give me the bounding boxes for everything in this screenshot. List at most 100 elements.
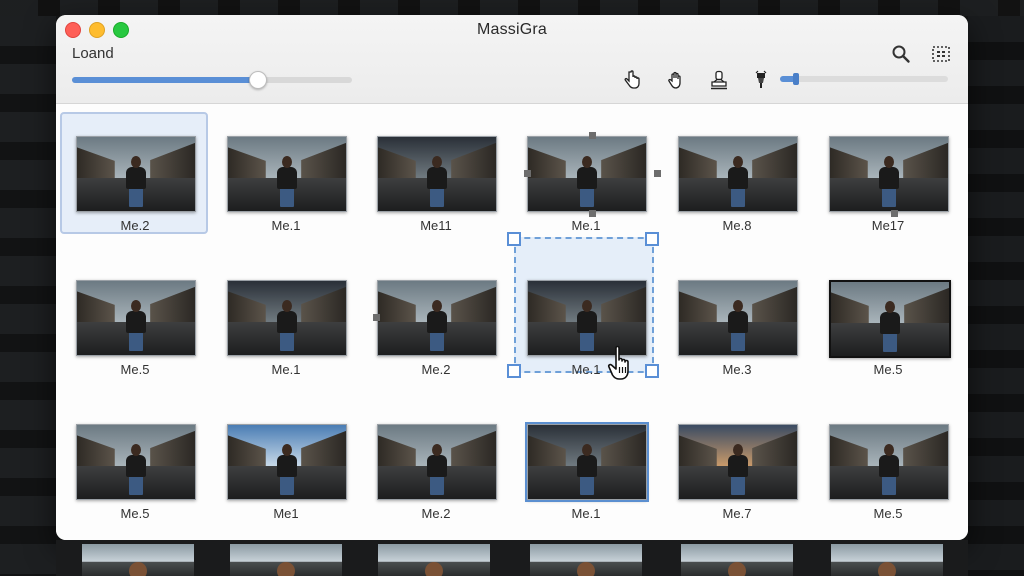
thumbnail-image-wrap xyxy=(519,266,653,356)
thumbnail-caption: Me.2 xyxy=(120,218,150,233)
thumbnail-caption: Me.5 xyxy=(120,362,150,377)
resize-handle[interactable] xyxy=(645,232,659,246)
desktop-left-strip xyxy=(0,16,56,576)
edge-handle[interactable] xyxy=(654,170,661,177)
thumbnail-cell[interactable]: Me.2 xyxy=(361,256,511,386)
next-row-preview xyxy=(56,540,968,576)
thumbnail-image[interactable] xyxy=(227,136,347,212)
edge-handle[interactable] xyxy=(524,170,531,177)
thumbnail-image-wrap xyxy=(369,122,503,212)
thumbnail-cell[interactable]: Me.8 xyxy=(662,112,812,242)
thumbnail-cell[interactable]: Me.2 xyxy=(361,400,511,530)
thumbnail-cell[interactable]: Me.5 xyxy=(60,400,210,530)
thumbnail-caption: Me.7 xyxy=(722,506,752,521)
thumbnail-caption: Me.5 xyxy=(120,506,150,521)
thumbnail-image[interactable] xyxy=(377,424,497,500)
thumbnail-caption: Me11 xyxy=(420,218,452,233)
zoom-slider[interactable] xyxy=(780,73,948,85)
app-window: MassiGra Loand Me.2 Me.1 Me11 Me.1 Me.8 M xyxy=(56,15,968,540)
load-slider[interactable] xyxy=(72,71,352,89)
thumbnail-image[interactable] xyxy=(678,424,798,500)
thumbnail-cell[interactable]: Me.5 xyxy=(813,256,963,386)
thumbnail-image[interactable] xyxy=(678,136,798,212)
edge-handle[interactable] xyxy=(589,210,596,217)
thumbnail-caption: Me.1 xyxy=(571,218,601,233)
thumbnail-caption: Me.2 xyxy=(421,362,451,377)
thumbnail-image[interactable] xyxy=(829,136,949,212)
grid-select-icon[interactable] xyxy=(930,43,952,65)
thumbnail-cell[interactable]: Me.2 xyxy=(60,112,210,242)
thumbnail-image-wrap xyxy=(670,410,804,500)
window-title: MassiGra xyxy=(476,21,548,38)
thumbnail-image[interactable] xyxy=(678,280,798,356)
thumbnail-image[interactable] xyxy=(76,280,196,356)
hand-pointer-icon[interactable] xyxy=(619,67,645,93)
thumbnail-caption: Me.5 xyxy=(873,362,903,377)
edge-handle[interactable] xyxy=(373,314,380,321)
thumbnail-caption: Me.1 xyxy=(271,218,301,233)
thumbnail-image[interactable] xyxy=(227,280,347,356)
thumbnail-image-wrap xyxy=(670,266,804,356)
preview-thumbnail xyxy=(831,544,943,576)
thumbnail-caption: Me.1 xyxy=(571,506,601,521)
thumbnail-image-wrap xyxy=(219,410,353,500)
thumbnail-image-wrap xyxy=(68,266,202,356)
thumbnail-image[interactable] xyxy=(227,424,347,500)
thumbnail-image-wrap xyxy=(670,122,804,212)
thumbnail-image[interactable] xyxy=(76,136,196,212)
thumbnail-cell[interactable]: Me1 xyxy=(211,400,361,530)
load-slider-fill xyxy=(72,77,257,83)
thumbnail-cell[interactable]: Me17 xyxy=(813,112,963,242)
edge-handle[interactable] xyxy=(589,132,596,139)
hand-cursor-icon xyxy=(607,345,629,380)
search-icon[interactable] xyxy=(890,43,912,65)
hand-grab-icon[interactable] xyxy=(663,67,689,93)
thumbnail-cell[interactable]: Me.1 xyxy=(511,112,661,242)
thumbnail-cell[interactable]: Me.1 xyxy=(211,112,361,242)
thumbnail-caption: Me.3 xyxy=(722,362,752,377)
thumbnail-image[interactable] xyxy=(829,280,951,358)
thumbnail-image-wrap xyxy=(821,122,955,212)
thumbnail-grid: Me.2 Me.1 Me11 Me.1 Me.8 Me17 Me.5 Me.1 Me.2 Me.1… xyxy=(56,104,968,540)
thumbnail-image[interactable] xyxy=(829,424,949,500)
desktop-top-strip xyxy=(0,0,1024,16)
stamp-icon[interactable] xyxy=(706,67,732,93)
load-label: Loand xyxy=(72,45,114,62)
edge-handle[interactable] xyxy=(891,210,898,217)
thumbnail-image-wrap xyxy=(369,266,503,356)
thumbnail-cell[interactable]: Me.5 xyxy=(813,400,963,530)
preview-thumbnail xyxy=(378,544,490,576)
focus-border xyxy=(525,422,649,502)
thumbnail-cell[interactable]: Me.5 xyxy=(60,256,210,386)
resize-handle[interactable] xyxy=(507,232,521,246)
desktop-right-strip xyxy=(968,16,1024,576)
thumbnail-caption: Me17 xyxy=(871,218,905,233)
thumbnail-image-wrap xyxy=(68,122,202,212)
zoom-slider-knob[interactable] xyxy=(793,73,800,85)
thumbnail-cell[interactable]: Me.1 xyxy=(511,400,661,530)
thumbnail-caption: Me1 xyxy=(273,506,299,521)
brush-icon[interactable] xyxy=(748,67,774,93)
thumbnail-image[interactable] xyxy=(377,280,497,356)
load-slider-knob[interactable] xyxy=(248,71,267,89)
thumbnail-cell[interactable]: Me11 xyxy=(361,112,511,242)
preview-thumbnail xyxy=(681,544,793,576)
thumbnail-image-wrap xyxy=(519,122,653,212)
thumbnail-image-wrap xyxy=(219,266,353,356)
titlebar: MassiGra Loand xyxy=(56,15,968,104)
thumbnail-caption: Me.2 xyxy=(421,506,451,521)
thumbnail-cell[interactable]: Me.7 xyxy=(662,400,812,530)
thumbnail-image[interactable] xyxy=(76,424,196,500)
thumbnail-image[interactable] xyxy=(527,136,647,212)
thumbnail-caption: Me.1 xyxy=(271,362,301,377)
thumbnail-image-wrap xyxy=(219,122,353,212)
thumbnail-image-wrap xyxy=(68,410,202,500)
thumbnail-caption: Me.8 xyxy=(722,218,752,233)
thumbnail-image[interactable] xyxy=(377,136,497,212)
thumbnail-caption: Me.5 xyxy=(873,506,903,521)
thumbnail-cell[interactable]: Me.3 xyxy=(662,256,812,386)
preview-thumbnail xyxy=(530,544,642,576)
thumbnail-cell[interactable]: Me.1 xyxy=(211,256,361,386)
thumbnail-image-wrap xyxy=(821,410,955,500)
thumbnail-image-wrap xyxy=(821,266,955,358)
